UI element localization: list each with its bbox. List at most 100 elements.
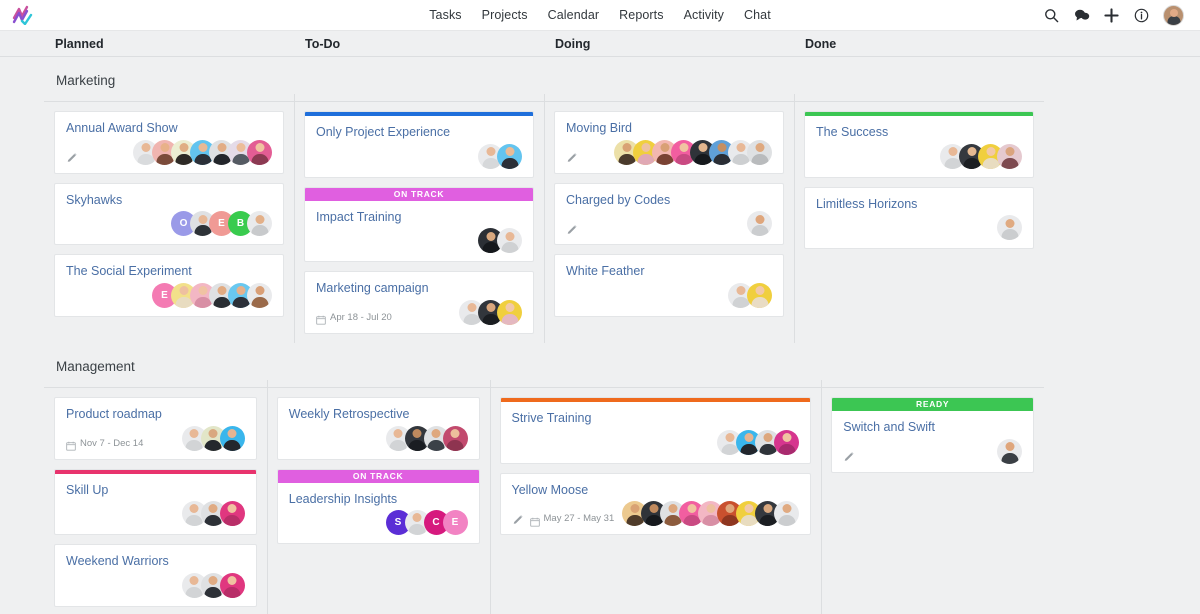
avatar[interactable] xyxy=(497,228,522,254)
task-card[interactable]: READY Switch and Swift xyxy=(831,396,1034,473)
avatar-stack[interactable]: E xyxy=(152,282,272,308)
avatar[interactable] xyxy=(747,282,772,308)
avatar[interactable] xyxy=(219,425,245,451)
task-card[interactable]: Annual Award Show xyxy=(54,111,284,174)
avatar-stack[interactable] xyxy=(181,425,245,451)
card-title[interactable]: Strive Training xyxy=(512,411,800,427)
card-title[interactable]: Charged by Codes xyxy=(566,193,772,209)
avatar-stack[interactable] xyxy=(728,282,772,308)
search-icon[interactable] xyxy=(1043,7,1060,24)
pencil-icon[interactable] xyxy=(512,513,524,525)
avatar-stack[interactable] xyxy=(747,211,772,237)
task-card[interactable]: The Success xyxy=(804,111,1034,178)
avatar[interactable] xyxy=(774,501,800,527)
avatar-stack[interactable] xyxy=(478,228,522,254)
avatar[interactable] xyxy=(747,211,772,237)
card-title[interactable]: The Social Experiment xyxy=(66,264,272,280)
nav-link-tasks[interactable]: Tasks xyxy=(429,8,461,22)
task-card[interactable]: ON TRACK Impact Training xyxy=(304,186,534,263)
avatar-stack[interactable] xyxy=(133,139,272,165)
nav-link-chat[interactable]: Chat xyxy=(744,8,771,22)
task-card[interactable]: Skyhawks O E B xyxy=(54,182,284,246)
avatar[interactable] xyxy=(219,572,245,598)
board-column-doing[interactable]: Strive Training Yellow Moose May 27 - May … xyxy=(489,379,822,614)
pencil-icon[interactable] xyxy=(566,223,578,235)
plus-icon[interactable] xyxy=(1103,7,1120,24)
task-card[interactable]: Weekend Warriors xyxy=(54,544,257,607)
board-column-done[interactable]: The Success Limitless Horizons xyxy=(794,94,1044,343)
avatar[interactable] xyxy=(219,501,245,527)
task-card[interactable]: Marketing campaign Apr 18 - Jul 20 xyxy=(304,271,534,334)
nav-link-activity[interactable]: Activity xyxy=(684,8,724,22)
task-card[interactable]: Strive Training xyxy=(499,396,812,464)
pencil-icon[interactable] xyxy=(843,450,855,462)
avatar[interactable] xyxy=(997,215,1022,241)
pencil-icon[interactable] xyxy=(566,151,578,163)
board-column-to-do[interactable]: Weekly Retrospective ON TRACK Leadership I… xyxy=(266,379,490,614)
avatar[interactable] xyxy=(774,429,800,455)
card-title[interactable]: Product roadmap xyxy=(66,407,245,423)
info-icon[interactable] xyxy=(1133,7,1150,24)
task-card[interactable]: Moving Bird xyxy=(554,111,784,174)
task-card[interactable]: The Social Experiment E xyxy=(54,254,284,317)
avatar-stack[interactable] xyxy=(614,139,772,165)
card-title[interactable]: Weekend Warriors xyxy=(66,554,245,570)
avatar[interactable] xyxy=(997,143,1022,169)
card-title[interactable]: Annual Award Show xyxy=(66,121,272,137)
nav-link-calendar[interactable]: Calendar xyxy=(548,8,600,22)
card-title[interactable]: White Feather xyxy=(566,264,772,280)
avatar-stack[interactable] xyxy=(459,299,522,325)
task-card[interactable]: Yellow Moose May 27 - May 31 xyxy=(499,472,812,536)
nav-link-reports[interactable]: Reports xyxy=(619,8,663,22)
avatar[interactable] xyxy=(997,438,1022,464)
card-title[interactable]: The Success xyxy=(816,125,1022,141)
avatar[interactable] xyxy=(497,299,522,325)
avatar-stack[interactable]: SCE xyxy=(385,510,468,536)
avatar-stack[interactable] xyxy=(997,215,1022,241)
avatar[interactable] xyxy=(247,211,272,237)
app-logo[interactable] xyxy=(10,4,36,26)
task-card[interactable]: Limitless Horizons xyxy=(804,186,1034,250)
task-card[interactable]: Weekly Retrospective xyxy=(276,396,480,460)
avatar-stack[interactable] xyxy=(385,425,468,451)
avatar-stack[interactable] xyxy=(717,429,800,455)
task-card[interactable]: ON TRACK Leadership Insights S C E xyxy=(276,468,480,545)
card-title[interactable]: Switch and Swift xyxy=(843,420,1022,436)
avatar[interactable] xyxy=(497,143,522,169)
task-card[interactable]: Skill Up xyxy=(54,468,257,536)
avatar-stack[interactable]: OEB xyxy=(171,211,272,237)
pencil-icon[interactable] xyxy=(66,151,78,163)
card-title[interactable]: Weekly Retrospective xyxy=(289,407,468,423)
user-avatar[interactable] xyxy=(1163,4,1184,26)
board-column-to-do[interactable]: Only Project Experience ON TRACK Impact Tr… xyxy=(294,94,544,343)
avatar[interactable] xyxy=(247,139,272,165)
avatar-initial[interactable]: E xyxy=(442,510,468,536)
board-column-planned[interactable]: Annual Award Show Skyhawks O E B The Social E… xyxy=(44,102,294,343)
avatar[interactable] xyxy=(442,425,468,451)
card-title[interactable]: Impact Training xyxy=(316,210,522,226)
task-card[interactable]: White Feather xyxy=(554,254,784,317)
avatar[interactable] xyxy=(247,282,272,308)
avatar-stack[interactable] xyxy=(181,572,245,598)
board-column-done[interactable]: READY Switch and Swift xyxy=(821,379,1044,614)
avatar-stack[interactable] xyxy=(478,143,522,169)
task-card[interactable]: Only Project Experience xyxy=(304,111,534,178)
avatar[interactable] xyxy=(747,139,772,165)
card-title[interactable]: Only Project Experience xyxy=(316,125,522,141)
board-column-doing[interactable]: Moving Bird Charged by Codes White Feather xyxy=(544,94,794,343)
avatar-stack[interactable] xyxy=(622,501,800,527)
avatar-stack[interactable] xyxy=(997,438,1022,464)
card-title[interactable]: Moving Bird xyxy=(566,121,772,137)
card-title[interactable]: Limitless Horizons xyxy=(816,197,1022,213)
card-title[interactable]: Marketing campaign xyxy=(316,281,522,297)
avatar-stack[interactable] xyxy=(940,143,1022,169)
chat-bubble-icon[interactable] xyxy=(1073,7,1090,24)
task-card[interactable]: Product roadmap Nov 7 - Dec 14 xyxy=(54,396,257,460)
task-card[interactable]: Charged by Codes xyxy=(554,182,784,246)
card-title[interactable]: Leadership Insights xyxy=(289,492,468,508)
avatar-stack[interactable] xyxy=(181,501,245,527)
card-title[interactable]: Skyhawks xyxy=(66,193,272,209)
card-title[interactable]: Yellow Moose xyxy=(512,483,800,499)
card-title[interactable]: Skill Up xyxy=(66,483,245,499)
nav-link-projects[interactable]: Projects xyxy=(482,8,528,22)
